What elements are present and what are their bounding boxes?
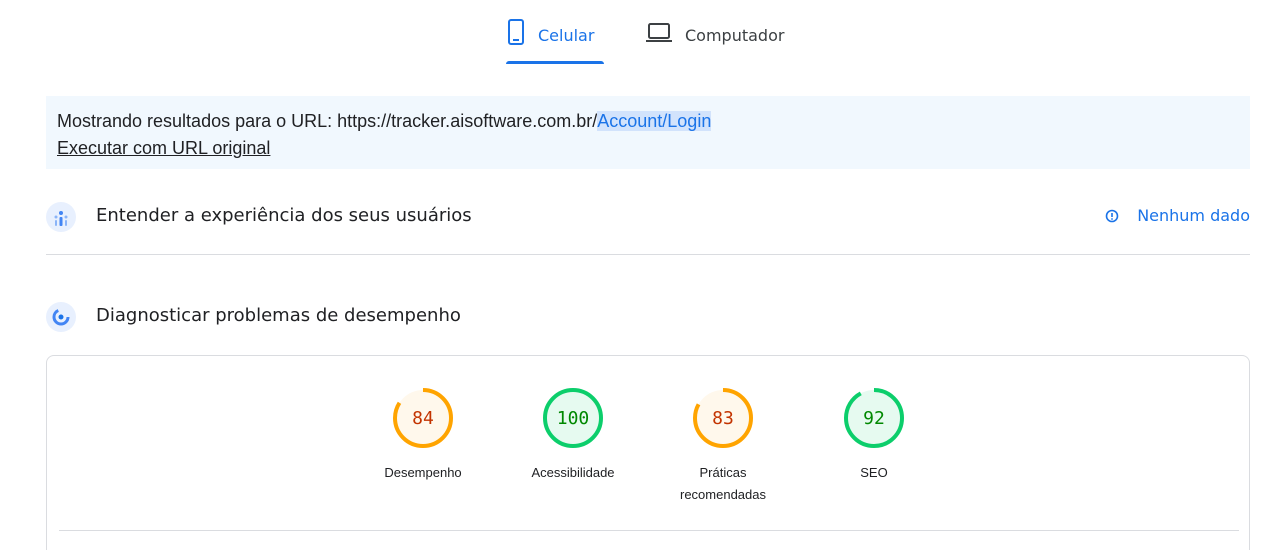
gauge-ring: 100 — [543, 388, 603, 448]
gauge-score: 92 — [863, 408, 885, 429]
active-tab-indicator — [506, 61, 604, 64]
tab-computador-label: Computador — [685, 26, 785, 45]
experience-section: Entender a experiência dos seus usuários… — [46, 200, 1250, 255]
gauge-label: Desempenho — [384, 465, 462, 480]
tab-computador[interactable]: Computador — [645, 18, 805, 66]
tab-celular[interactable]: Celular — [506, 18, 604, 66]
experience-title: Entender a experiência dos seus usuários — [96, 205, 472, 226]
url-notice-highlight: Account/Login — [597, 111, 712, 131]
gauge-acessibilidade[interactable]: 100 Acessibilidade — [513, 386, 633, 516]
gauge-ring: 83 — [693, 388, 753, 448]
run-original-url-link[interactable]: Executar com URL original — [57, 138, 270, 159]
gauge-desempenho[interactable]: 84 Desempenho — [363, 386, 483, 516]
scores-card: 84 Desempenho 100 Acessibilidade 83 Práticas … — [46, 355, 1250, 550]
info-icon — [1105, 209, 1119, 223]
no-data-button[interactable]: Nenhum dado — [1105, 206, 1250, 225]
gauge-ring: 92 — [844, 388, 904, 448]
gauge-label: Acessibilidade — [531, 465, 615, 480]
device-tabs: Celular Computador — [0, 0, 1280, 70]
gauge-ring: 84 — [393, 388, 453, 448]
diagnose-title: Diagnosticar problemas de desempenho — [96, 305, 461, 326]
gauge-label: Práticas recomendadas — [680, 465, 766, 502]
gauge-label: SEO — [860, 465, 888, 480]
gauge-score: 84 — [412, 408, 434, 429]
gauge-seo[interactable]: 92 SEO — [814, 386, 934, 516]
url-notice: Mostrando resultados para o URL: https:/… — [57, 111, 712, 132]
diagnose-icon — [46, 302, 76, 332]
laptop-icon — [645, 18, 673, 51]
card-divider — [59, 530, 1239, 531]
tab-celular-label: Celular — [538, 26, 595, 45]
smartphone-icon — [506, 18, 526, 51]
url-banner: Mostrando resultados para o URL: https:/… — [46, 96, 1250, 169]
gauge-praticas-recomendadas[interactable]: 83 Práticas recomendadas — [663, 386, 783, 516]
gauge-score: 83 — [712, 408, 734, 429]
users-experience-icon — [46, 202, 76, 232]
diagnose-section: Diagnosticar problemas de desempenho — [46, 300, 1250, 334]
url-notice-prefix: Mostrando resultados para o URL: https:/… — [57, 111, 598, 131]
no-data-label: Nenhum dado — [1137, 206, 1250, 225]
gauge-score: 100 — [557, 408, 590, 429]
